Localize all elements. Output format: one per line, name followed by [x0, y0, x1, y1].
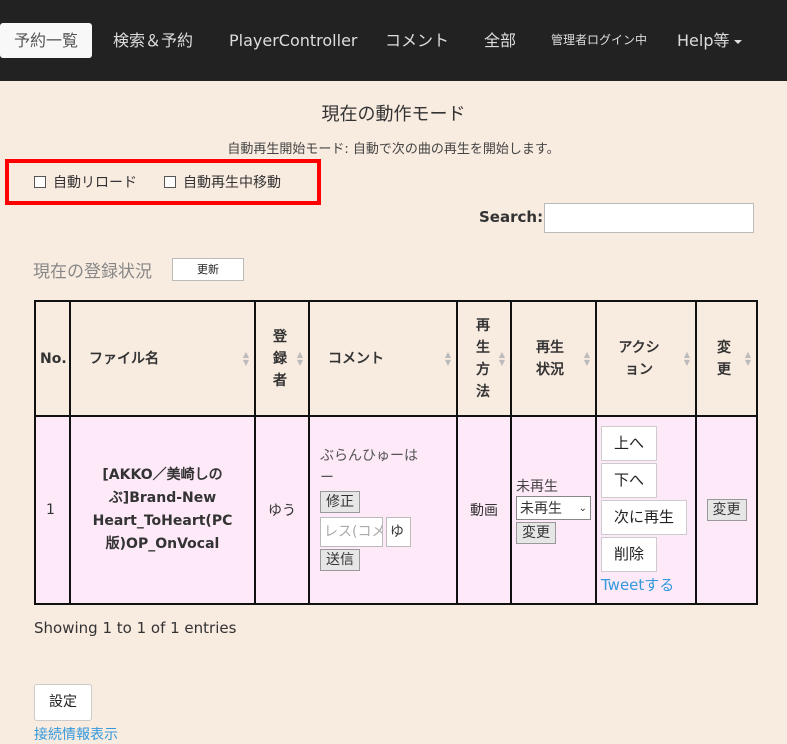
th-change-label: 変更: [717, 339, 731, 378]
auto-move-option[interactable]: 自動再生中移動: [164, 172, 281, 192]
entries-info: Showing 1 to 1 of 1 entries: [34, 619, 237, 637]
connection-info-link[interactable]: 接続情報表示: [34, 724, 118, 744]
nav-comment[interactable]: コメント: [385, 23, 449, 58]
nav-player-controller[interactable]: PlayerController: [229, 23, 358, 58]
th-filename[interactable]: ファイル名 ▲ ▼: [69, 300, 256, 417]
comment-text: ぶらんひゅーはー: [320, 448, 418, 486]
th-no-label: No.: [40, 350, 67, 367]
th-filename-label: ファイル名: [89, 350, 159, 367]
th-method-label: 再生方法: [476, 317, 490, 400]
settings-button[interactable]: 設定: [34, 684, 92, 721]
nav-admin-login[interactable]: 管理者ログイン中: [551, 23, 647, 58]
table-row: 1 [AKKO／美崎しのぶ]Brand-New Heart_ToHeart(PC…: [34, 415, 758, 605]
mode-description: 自動再生開始モード: 自動で次の曲の再生を開始します。: [227, 142, 560, 157]
th-play-status-label: 再生状況: [536, 339, 564, 378]
sort-icon: ▲ ▼: [744, 349, 751, 367]
status-title: 現在の登録状況: [33, 262, 152, 282]
cell-no: 1: [34, 415, 71, 605]
auto-move-label: 自動再生中移動: [183, 175, 281, 191]
tweet-link[interactable]: Tweetする: [601, 574, 695, 595]
move-up-button[interactable]: 上へ: [601, 425, 658, 461]
comment-edit-button[interactable]: 修正: [320, 491, 360, 513]
chevron-down-icon: ⌄: [578, 502, 587, 514]
sort-icon: ▲ ▼: [683, 349, 690, 367]
th-action-label: アクション: [618, 339, 660, 378]
update-button[interactable]: 更新: [172, 258, 244, 281]
cell-action: 上へ 下へ 次に再生 削除 Tweetする: [595, 415, 697, 605]
sort-icon: ▲ ▼: [498, 349, 505, 367]
th-change[interactable]: 変更 ▲ ▼: [695, 300, 758, 417]
move-down-button[interactable]: 下へ: [601, 462, 658, 498]
search-input[interactable]: [544, 203, 754, 233]
th-method[interactable]: 再生方法 ▲ ▼: [456, 300, 512, 417]
mode-title: 現在の動作モード: [321, 104, 466, 125]
caret-down-icon: [734, 39, 743, 44]
cell-registrant: ゆう: [254, 415, 310, 605]
sort-icon: ▲ ▼: [583, 349, 590, 367]
nav-all[interactable]: 全部: [484, 23, 516, 58]
nav-search-reserve[interactable]: 検索＆予約: [113, 23, 193, 58]
auto-reload-checkbox[interactable]: [34, 176, 46, 188]
cell-change: 変更: [695, 415, 758, 605]
top-navbar: 予約一覧 検索＆予約 PlayerController コメント 全部 管理者ロ…: [0, 0, 787, 81]
play-status-text: 未再生: [516, 479, 558, 495]
delete-button[interactable]: 削除: [601, 536, 658, 572]
reservation-table: No. ファイル名 ▲ ▼ 登録者 ▲ ▼ コメント ▲ ▼ 再生方法 ▲ ▼ 再生状況 ▲ ▼ ア…: [34, 300, 758, 605]
nav-help-label: Help等: [677, 31, 730, 50]
auto-reload-label: 自動リロード: [53, 175, 137, 191]
auto-reload-option[interactable]: 自動リロード: [34, 172, 137, 192]
cell-comment: ぶらんひゅーはー 修正 レス(コメ ゆ 送信: [308, 415, 458, 605]
auto-move-checkbox[interactable]: [164, 176, 176, 188]
th-comment[interactable]: コメント ▲ ▼: [308, 300, 458, 417]
reply-input[interactable]: レス(コメ: [320, 517, 383, 547]
th-registrant[interactable]: 登録者 ▲ ▼: [254, 300, 310, 417]
th-comment-label: コメント: [328, 350, 384, 367]
nav-reservation-list[interactable]: 予約一覧: [0, 23, 93, 58]
status-change-button[interactable]: 変更: [516, 522, 556, 544]
table-header-row: No. ファイル名 ▲ ▼ 登録者 ▲ ▼ コメント ▲ ▼ 再生方法 ▲ ▼ 再生状況 ▲ ▼ ア…: [34, 300, 758, 417]
play-next-button[interactable]: 次に再生: [601, 499, 688, 535]
th-action[interactable]: アクション ▲ ▼: [595, 300, 697, 417]
status-select[interactable]: 未再生 ⌄: [516, 496, 591, 520]
nav-help[interactable]: Help等: [677, 23, 743, 58]
change-button[interactable]: 変更: [706, 499, 747, 521]
th-registrant-label: 登録者: [273, 328, 287, 389]
sort-icon: ▲ ▼: [444, 349, 451, 367]
th-no[interactable]: No.: [34, 300, 71, 417]
reply-name-input[interactable]: ゆ: [386, 517, 411, 547]
th-play-status[interactable]: 再生状況 ▲ ▼: [510, 300, 597, 417]
cell-filename: [AKKO／美崎しのぶ]Brand-New Heart_ToHeart(PC版)…: [69, 415, 256, 605]
cell-play-status: 未再生 未再生 ⌄ 変更: [510, 415, 597, 605]
sort-icon: ▲ ▼: [296, 349, 303, 367]
search-label: Search:: [479, 208, 544, 226]
status-select-value: 未再生: [520, 501, 562, 517]
cell-method: 動画: [456, 415, 512, 605]
sort-icon: ▲ ▼: [242, 349, 249, 367]
send-button[interactable]: 送信: [320, 549, 360, 571]
